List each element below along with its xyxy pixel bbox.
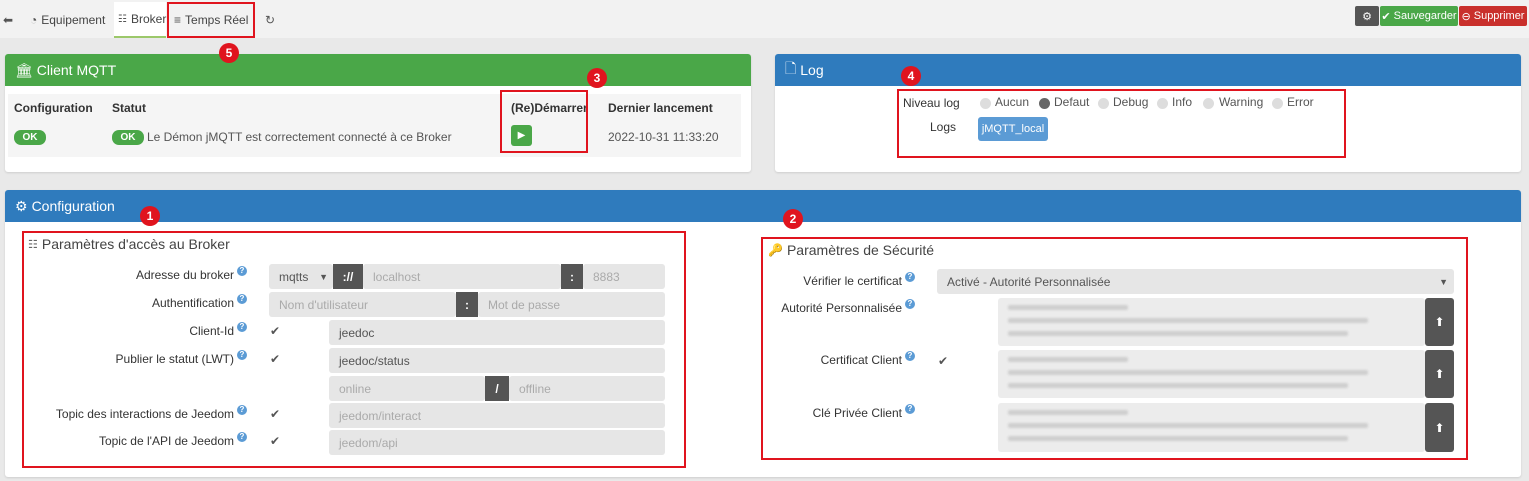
col-statut: Statut (112, 101, 146, 115)
refresh-button[interactable]: ↻ (255, 2, 285, 38)
tab-broker[interactable]: ☷ Broker (114, 2, 166, 38)
cogs-icon: ⚙ (1362, 10, 1372, 23)
config-status-badge: OK (14, 130, 46, 145)
delete-button-label: Supprimer (1473, 10, 1525, 22)
log-header: 🗋 Log (775, 54, 1521, 86)
client-mqtt-title: Client MQTT (36, 62, 117, 78)
rss-icon: ☷ (118, 13, 127, 25)
client-mqtt-header: 🏛 Client MQTT (5, 54, 751, 86)
save-button[interactable]: ✔ Sauvegarder (1380, 6, 1458, 26)
tab-equipement[interactable]: ◔ Equipement (30, 2, 112, 38)
configuration-title: Configuration (31, 198, 115, 214)
log-title: Log (800, 62, 824, 78)
annotation-marker-1: 1 (140, 206, 160, 226)
refresh-icon: ↻ (264, 13, 276, 27)
daemon-status-text: Le Démon jMQTT est correctement connecté… (147, 130, 452, 144)
back-button[interactable]: ⬅ (3, 2, 17, 38)
configuration-header: ⚙ Configuration (5, 190, 1521, 222)
col-last-launch: Dernier lancement (608, 101, 713, 115)
check-circle-icon: ✔ (1381, 10, 1391, 23)
file-icon: 🗋 (785, 60, 797, 76)
annotation-box-2 (761, 237, 1468, 460)
daemon-status-badge: OK (112, 130, 144, 145)
minus-circle-icon: ⊖ (1461, 10, 1471, 23)
delete-button[interactable]: ⊖ Supprimer (1459, 6, 1527, 26)
annotation-marker-3: 3 (587, 68, 607, 88)
annotation-box-1 (22, 231, 686, 468)
bank-icon: 🏛 (15, 61, 33, 78)
dashboard-icon: ◔ (30, 13, 38, 27)
annotation-box-3 (500, 90, 588, 153)
arrow-left-circle-icon: ⬅ (3, 13, 14, 27)
tab-equipement-label: Equipement (41, 13, 106, 27)
save-button-label: Sauvegarder (1393, 10, 1457, 22)
annotation-box-4 (897, 89, 1346, 158)
tab-broker-label: Broker (130, 12, 167, 26)
annotation-box-5 (167, 2, 255, 38)
annotation-marker-4: 4 (901, 66, 921, 86)
client-mqtt-panel: 🏛 Client MQTT Configuration Statut (Re)D… (5, 54, 751, 172)
annotation-marker-2: 2 (783, 209, 803, 229)
last-launch-value: 2022-10-31 11:33:20 (608, 130, 719, 144)
annotation-marker-5: 5 (219, 43, 239, 63)
cogs-icon: ⚙ (15, 197, 28, 214)
advanced-settings-button[interactable]: ⚙ (1355, 6, 1379, 26)
col-configuration: Configuration (14, 101, 93, 115)
